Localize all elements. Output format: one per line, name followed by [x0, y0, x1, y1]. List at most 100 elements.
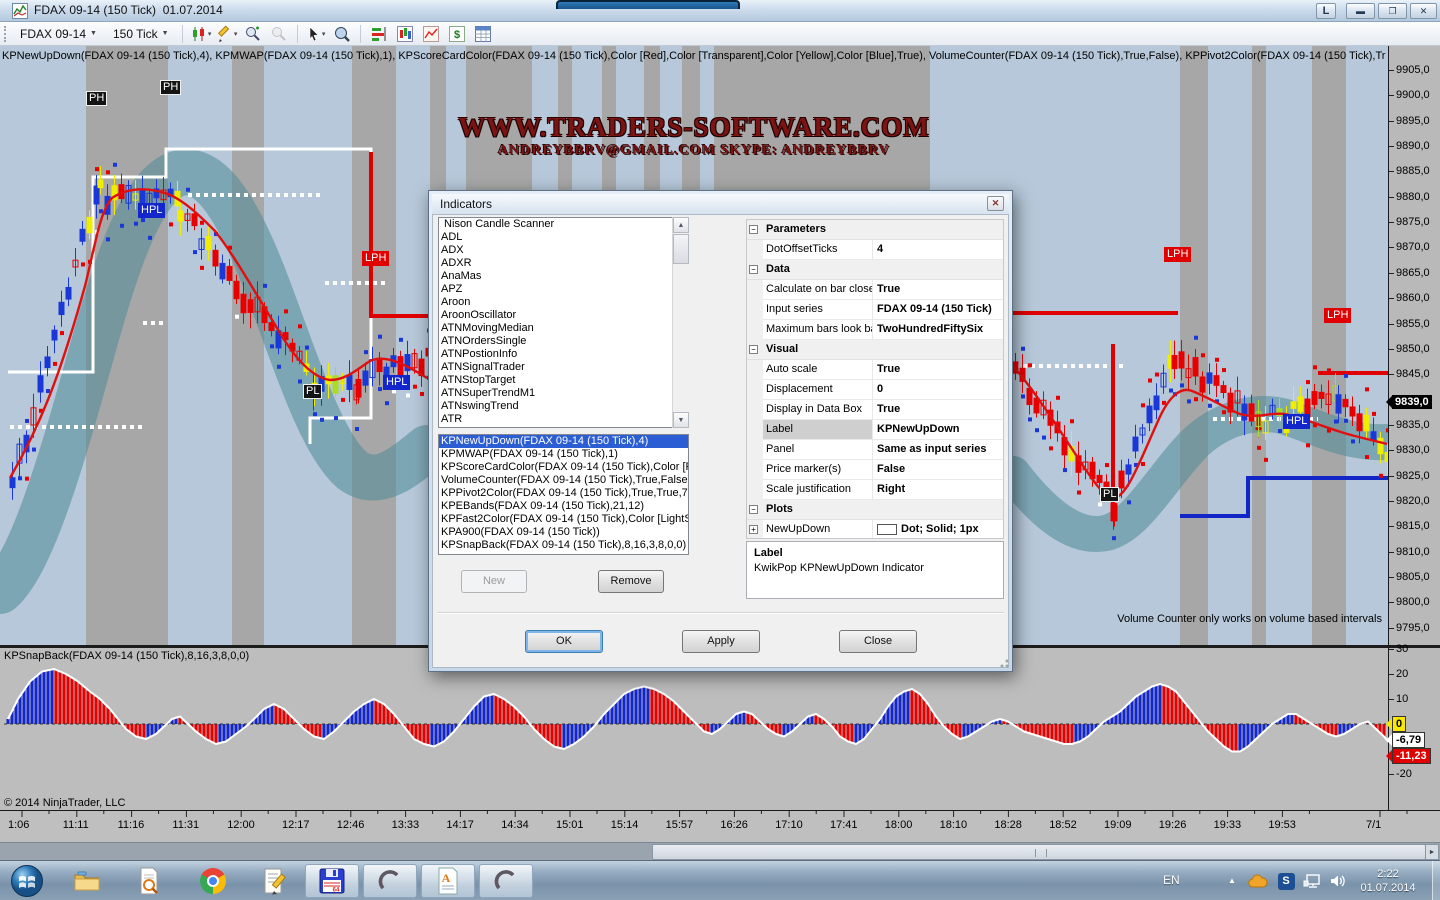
property-row[interactable]: DotOffsetTicks4: [747, 240, 1003, 260]
scrollbar-thumb[interactable]: [652, 844, 1426, 860]
scroll-up-icon[interactable]: ▲: [673, 217, 689, 233]
link-window-button[interactable]: L: [1316, 3, 1336, 19]
property-value[interactable]: Right: [873, 480, 1003, 500]
indicator-list-item[interactable]: Nison Candle Scanner: [439, 218, 688, 231]
property-value[interactable]: Same as input series: [873, 440, 1003, 460]
property-section[interactable]: −Visual: [747, 340, 1003, 360]
indicator-list-item[interactable]: ATNOrdersSingle: [439, 335, 688, 348]
close-button[interactable]: Close: [839, 630, 917, 653]
remove-button[interactable]: Remove: [598, 570, 664, 593]
hidden-icons-arrow[interactable]: ▲: [1228, 876, 1236, 885]
property-row[interactable]: Scale justificationRight: [747, 480, 1003, 500]
horizontal-scrollbar[interactable]: ►: [0, 842, 1440, 860]
expand-icon[interactable]: +: [749, 525, 758, 534]
indicator-list-item[interactable]: APZ: [439, 283, 688, 296]
background-window-edge[interactable]: [556, 0, 740, 9]
backup-app-taskbar-button[interactable]: 64: [305, 864, 359, 898]
account-data-button[interactable]: $: [446, 24, 468, 44]
chart-trader-button[interactable]: [368, 24, 390, 44]
indicator-list-item[interactable]: ATNswingTrend: [439, 400, 688, 413]
notepad-taskbar-item[interactable]: [260, 867, 290, 895]
collapse-icon[interactable]: −: [749, 345, 758, 354]
ninjatrader-taskbar-button[interactable]: [363, 864, 417, 898]
property-row[interactable]: Display in Data BoxTrue: [747, 400, 1003, 420]
toolbar-grip[interactable]: [4, 26, 8, 42]
ninjatrader2-taskbar-button[interactable]: [479, 864, 533, 898]
ok-button[interactable]: OK: [525, 630, 603, 653]
price-axis[interactable]: 9905,09900,09895,09890,09885,09880,09875…: [1388, 46, 1440, 645]
indicator-list-item[interactable]: ADXR: [439, 257, 688, 270]
available-indicators-list[interactable]: Nison Candle ScannerADLADXADXRAnaMasAPZ A…: [438, 217, 689, 428]
property-value[interactable]: TwoHundredFiftySix: [873, 320, 1003, 340]
property-grid[interactable]: −ParametersDotOffsetTicks4−DataCalculate…: [746, 219, 1004, 539]
configured-indicator-item[interactable]: KPScoreCardColor(FDAX 09-14 (150 Tick),C…: [439, 461, 688, 474]
restore-button[interactable]: ❐: [1378, 3, 1407, 19]
property-row[interactable]: Input seriesFDAX 09-14 (150 Tick): [747, 300, 1003, 320]
property-value[interactable]: True: [873, 280, 1003, 300]
volume-tray-icon[interactable]: [1328, 871, 1348, 891]
minimize-button[interactable]: ▬: [1346, 3, 1375, 19]
collapse-icon[interactable]: −: [749, 225, 758, 234]
configured-indicator-item[interactable]: KPA900(FDAX 09-14 (150 Tick)): [439, 526, 688, 539]
property-value[interactable]: FDAX 09-14 (150 Tick): [873, 300, 1003, 320]
property-row[interactable]: Displacement0: [747, 380, 1003, 400]
indicator-list-item[interactable]: ATNStopTarget: [439, 374, 688, 387]
search-taskbar-item[interactable]: [134, 867, 164, 895]
property-value[interactable]: 0: [873, 380, 1003, 400]
bars-panel-button[interactable]: [394, 24, 416, 44]
resize-grip[interactable]: [997, 656, 1009, 668]
scrollbar-right-arrow[interactable]: ►: [1425, 844, 1439, 860]
indicator-list-item[interactable]: ADX: [439, 244, 688, 257]
property-value[interactable]: KPNewUpDown: [873, 420, 1003, 440]
configured-indicator-item[interactable]: KPNewUpDown(FDAX 09-14 (150 Tick),4): [439, 435, 688, 448]
property-row[interactable]: +NewUpDownDot; Solid; 1px: [747, 520, 1003, 539]
zoom-window-button[interactable]: [331, 24, 353, 44]
skype-tray-icon[interactable]: S: [1276, 871, 1296, 891]
plot-color-swatch[interactable]: [877, 524, 897, 535]
zoom-out-button[interactable]: [268, 24, 290, 44]
scroll-thumb[interactable]: [673, 234, 689, 264]
drawing-tools-button[interactable]: ▾: [216, 24, 238, 44]
configured-indicator-item[interactable]: KPPivot2Color(FDAX 09-14 (150 Tick),True…: [439, 487, 688, 500]
document-app-taskbar-button[interactable]: A: [421, 864, 475, 898]
configured-indicator-item[interactable]: VolumeCounter(FDAX 09-14 (150 Tick),True…: [439, 474, 688, 487]
dialog-titlebar[interactable]: Indicators: [432, 194, 1009, 214]
interval-dropdown[interactable]: 150 Tick ▼: [107, 25, 175, 43]
show-desktop-button[interactable]: [1432, 861, 1440, 900]
dialog-close-button[interactable]: ✕: [987, 196, 1004, 211]
collapse-icon[interactable]: −: [749, 505, 758, 514]
configured-indicator-item[interactable]: KPFast2Color(FDAX 09-14 (150 Tick),Color…: [439, 513, 688, 526]
property-value[interactable]: False: [873, 460, 1003, 480]
property-row[interactable]: Calculate on bar closeTrue: [747, 280, 1003, 300]
indicator-list-item[interactable]: ADL: [439, 231, 688, 244]
indicator-list-item[interactable]: AroonOscillator: [439, 309, 688, 322]
property-row[interactable]: LabelKPNewUpDown: [747, 420, 1003, 440]
network-tray-icon[interactable]: [1302, 871, 1322, 891]
language-indicator[interactable]: EN: [1163, 873, 1180, 887]
property-value[interactable]: True: [873, 400, 1003, 420]
oscillator-axis[interactable]: 302010-200-6,79-11,23: [1388, 648, 1440, 810]
property-row[interactable]: Maximum bars look backTwoHundredFiftySix: [747, 320, 1003, 340]
close-button[interactable]: ✕: [1410, 3, 1437, 19]
collapse-icon[interactable]: −: [749, 265, 758, 274]
explorer-taskbar-item[interactable]: [72, 867, 102, 895]
property-row[interactable]: PanelSame as input series: [747, 440, 1003, 460]
indicator-list-item[interactable]: AnaMas: [439, 270, 688, 283]
chart-style-button[interactable]: ▾: [190, 24, 212, 44]
cursor-tool-button[interactable]: ▾: [305, 24, 327, 44]
zoom-in-button[interactable]: [242, 24, 264, 44]
indicator-list-item[interactable]: ATNSignalTrader: [439, 361, 688, 374]
new-button[interactable]: New: [461, 570, 527, 593]
indicator-list-item[interactable]: ATR: [439, 413, 688, 426]
chrome-taskbar-item[interactable]: [198, 867, 228, 895]
indicator-list-item[interactable]: ATNSuperTrendM1: [439, 387, 688, 400]
configured-indicator-item[interactable]: KPMWAP(FDAX 09-14 (150 Tick),1): [439, 448, 688, 461]
property-value[interactable]: 4: [873, 240, 1003, 260]
indicator-list-item[interactable]: ATNMovingMedian: [439, 322, 688, 335]
taskbar-clock[interactable]: 2:22 01.07.2014: [1352, 867, 1424, 895]
property-value[interactable]: True: [873, 360, 1003, 380]
cloud-tray-icon[interactable]: [1248, 871, 1268, 891]
list-scrollbar[interactable]: ▲ ▼: [672, 217, 689, 428]
line-chart-button[interactable]: [420, 24, 442, 44]
property-section[interactable]: −Plots: [747, 500, 1003, 520]
